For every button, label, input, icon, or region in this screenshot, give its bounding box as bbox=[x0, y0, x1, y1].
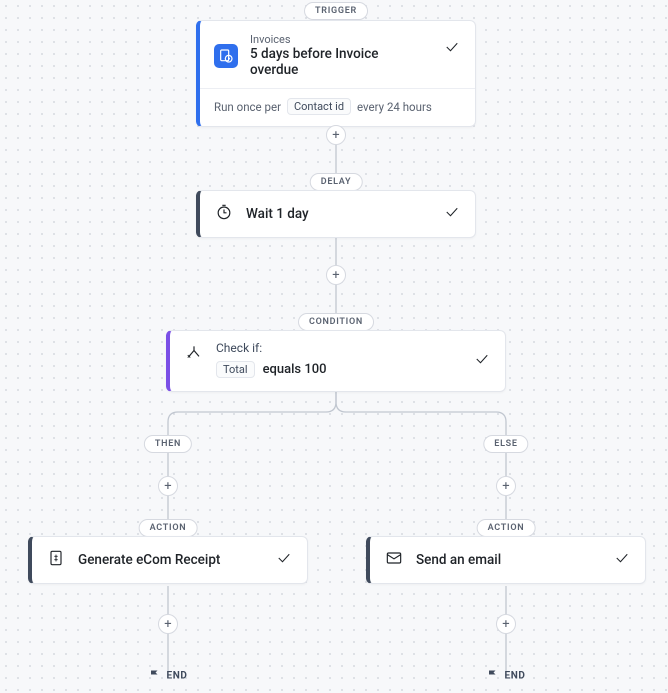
add-step-button[interactable]: + bbox=[326, 125, 346, 145]
trigger-run-tag[interactable]: Contact id bbox=[287, 98, 351, 115]
trigger-title: 5 days before Invoice overdue bbox=[250, 46, 425, 78]
check-icon bbox=[443, 203, 461, 225]
add-step-button[interactable]: + bbox=[326, 265, 346, 285]
plus-icon: + bbox=[164, 479, 171, 494]
action-pill-label: ACTION bbox=[150, 523, 187, 533]
plus-icon: + bbox=[164, 617, 171, 632]
else-pill: ELSE bbox=[483, 435, 528, 453]
receipt-icon bbox=[46, 548, 66, 572]
trigger-pill-label: TRIGGER bbox=[315, 6, 357, 16]
then-pill-label: THEN bbox=[155, 439, 181, 449]
trigger-run-prefix: Run once per bbox=[214, 100, 281, 114]
check-icon bbox=[275, 549, 293, 571]
condition-pill: CONDITION bbox=[298, 313, 374, 331]
add-step-button[interactable]: + bbox=[158, 476, 178, 496]
then-action-label: Generate eCom Receipt bbox=[78, 552, 220, 568]
action-pill: ACTION bbox=[477, 519, 536, 537]
plus-icon: + bbox=[332, 128, 339, 143]
condition-operator-value: equals 100 bbox=[263, 362, 327, 377]
stopwatch-icon bbox=[214, 202, 234, 226]
action-pill: ACTION bbox=[139, 519, 198, 537]
end-marker: END bbox=[487, 669, 526, 684]
plus-icon: + bbox=[332, 268, 339, 283]
else-pill-label: ELSE bbox=[494, 439, 517, 449]
end-marker: END bbox=[149, 669, 188, 684]
add-step-button[interactable]: + bbox=[496, 476, 516, 496]
trigger-category: Invoices bbox=[250, 33, 425, 46]
trigger-pill: TRIGGER bbox=[304, 2, 368, 20]
else-action-card[interactable]: Send an email bbox=[366, 536, 646, 584]
trigger-run-suffix: every 24 hours bbox=[357, 100, 432, 114]
delay-label: Wait 1 day bbox=[246, 206, 309, 222]
invoice-clock-icon bbox=[214, 44, 238, 68]
delay-pill: DELAY bbox=[310, 173, 363, 191]
check-icon bbox=[443, 38, 461, 60]
check-icon bbox=[613, 549, 631, 571]
check-icon bbox=[473, 350, 491, 372]
plus-icon: + bbox=[502, 479, 509, 494]
plus-icon: + bbox=[502, 617, 509, 632]
add-step-button[interactable]: + bbox=[158, 614, 178, 634]
action-pill-label: ACTION bbox=[488, 523, 525, 533]
then-action-card[interactable]: Generate eCom Receipt bbox=[28, 536, 308, 584]
flag-icon bbox=[487, 669, 499, 684]
condition-field-tag[interactable]: Total bbox=[216, 361, 255, 378]
branch-icon bbox=[184, 343, 204, 378]
else-action-label: Send an email bbox=[416, 552, 501, 568]
flag-icon bbox=[149, 669, 161, 684]
end-label: END bbox=[167, 671, 188, 682]
condition-pill-label: CONDITION bbox=[309, 317, 363, 327]
condition-check-label: Check if: bbox=[216, 341, 327, 355]
delay-card[interactable]: Wait 1 day bbox=[196, 190, 476, 238]
email-icon bbox=[384, 548, 404, 572]
end-label: END bbox=[505, 671, 526, 682]
delay-pill-label: DELAY bbox=[321, 177, 352, 187]
add-step-button[interactable]: + bbox=[496, 614, 516, 634]
trigger-card[interactable]: Invoices 5 days before Invoice overdue R… bbox=[196, 20, 476, 127]
condition-card[interactable]: Check if: Total equals 100 bbox=[166, 330, 506, 392]
then-pill: THEN bbox=[144, 435, 192, 453]
